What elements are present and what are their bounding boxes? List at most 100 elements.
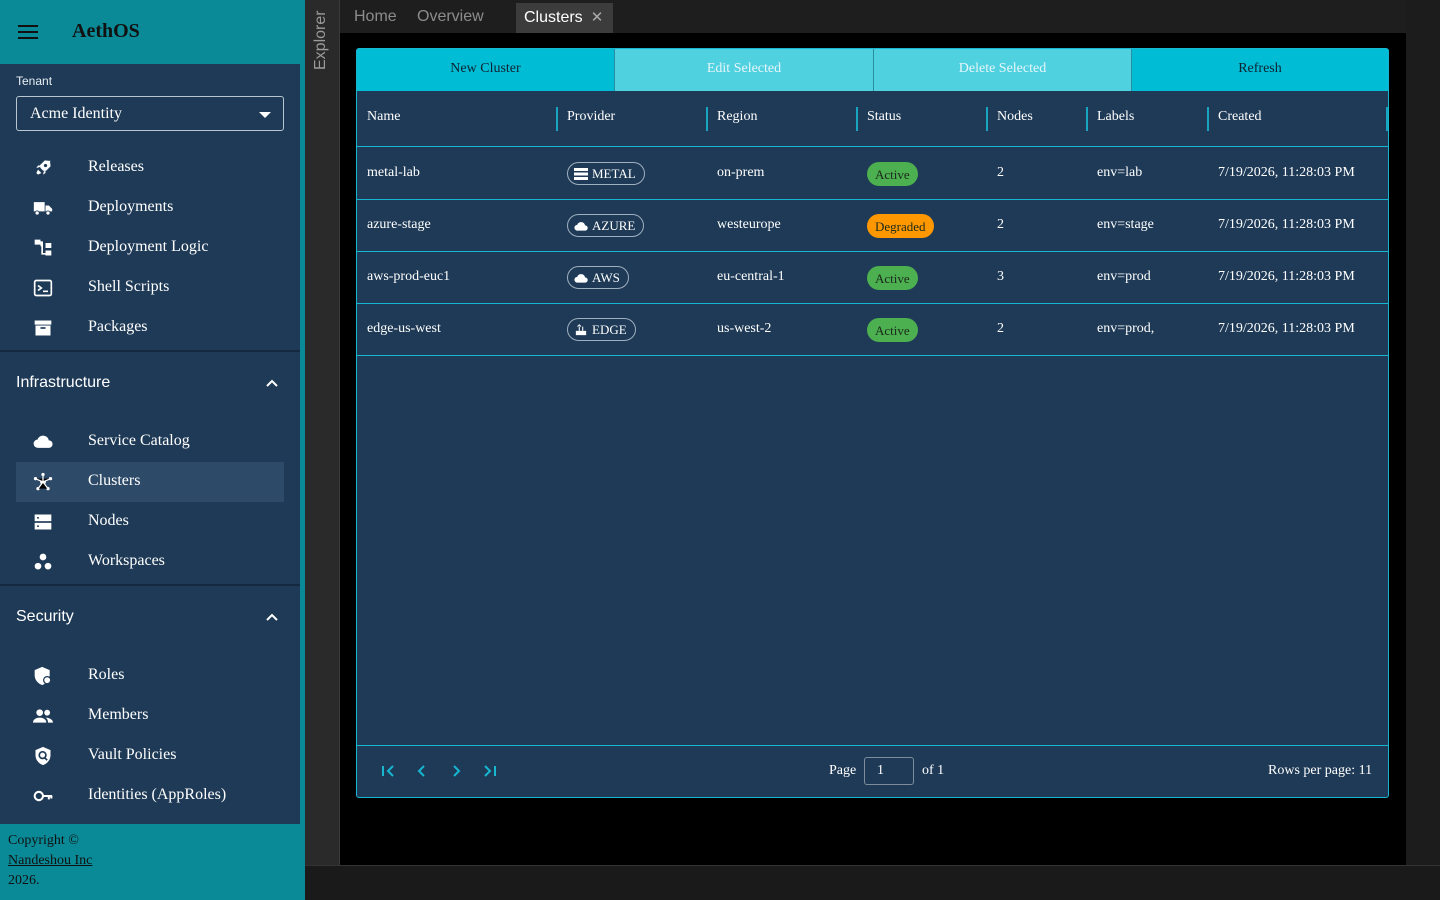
status-badge: Active bbox=[867, 318, 918, 342]
divider bbox=[0, 584, 300, 586]
next-page-icon[interactable] bbox=[447, 762, 465, 780]
tenant-label: Tenant bbox=[16, 74, 53, 88]
pagination: Page of 1 Rows per page: 11 bbox=[357, 745, 1388, 797]
right-strip bbox=[1406, 0, 1440, 865]
sidebar-item-deployments[interactable]: Deployments bbox=[16, 188, 284, 228]
router-icon bbox=[575, 324, 587, 336]
tenant-value: Acme Identity bbox=[30, 105, 122, 122]
cell-nodes: 3 bbox=[997, 269, 1004, 284]
cell-name: aws-prod-euc1 bbox=[367, 269, 451, 284]
cell-region: us-west-2 bbox=[717, 321, 772, 336]
last-page-icon[interactable] bbox=[481, 762, 499, 780]
cell-created: 7/19/2026, 11:28:03 PM bbox=[1218, 321, 1355, 336]
new-cluster-button[interactable]: New Cluster bbox=[357, 49, 614, 91]
edit-selected-button[interactable]: Edit Selected bbox=[615, 49, 873, 91]
table-header: Name Provider Region Status Nodes Labels… bbox=[357, 91, 1388, 147]
sidebar-item-label: Clusters bbox=[88, 472, 141, 489]
sidebar-item-label: Vault Policies bbox=[88, 746, 177, 763]
cell-nodes: 2 bbox=[997, 165, 1004, 180]
delete-selected-button[interactable]: Delete Selected bbox=[874, 49, 1131, 91]
sidebar-item-label: Packages bbox=[88, 318, 148, 335]
people-icon bbox=[33, 709, 53, 723]
provider-chip: METAL bbox=[567, 162, 645, 185]
cell-labels: env=prod bbox=[1097, 269, 1151, 284]
status-badge: Degraded bbox=[867, 214, 934, 238]
first-page-icon[interactable] bbox=[379, 762, 397, 780]
table-row[interactable]: metal-lab METAL on-prem Active 2 env=lab… bbox=[357, 148, 1388, 200]
cell-created: 7/19/2026, 11:28:03 PM bbox=[1218, 269, 1355, 284]
sidebar-item-releases[interactable]: Releases bbox=[16, 148, 284, 188]
list-icon bbox=[574, 168, 588, 180]
table-row[interactable]: azure-stage AZURE westeurope Degraded 2 … bbox=[357, 200, 1388, 252]
menu-icon[interactable] bbox=[18, 25, 38, 39]
sidebar-item-service-catalog[interactable]: Service Catalog bbox=[16, 422, 284, 462]
sidebar-item-members[interactable]: Members bbox=[16, 696, 284, 736]
app-title: AethOS bbox=[72, 20, 140, 42]
tenant-select[interactable]: Acme Identity bbox=[16, 96, 284, 131]
explorer-strip: Explorer bbox=[305, 0, 340, 865]
copyright-year: 2026. bbox=[8, 873, 40, 888]
truck-icon bbox=[33, 202, 53, 216]
column-header-provider[interactable]: Provider bbox=[567, 109, 615, 125]
table-row[interactable]: aws-prod-euc1 AWS eu-central-1 Active 3 … bbox=[357, 252, 1388, 304]
provider-label: METAL bbox=[592, 166, 636, 181]
sidebar-item-roles[interactable]: Roles bbox=[16, 656, 284, 696]
sidebar-item-shell-scripts[interactable]: Shell Scripts bbox=[16, 268, 284, 308]
rocket-icon bbox=[36, 160, 51, 175]
tab-overview[interactable]: Overview bbox=[417, 3, 484, 33]
column-resizer[interactable] bbox=[856, 107, 858, 131]
chevron-up-icon bbox=[266, 613, 278, 621]
column-resizer[interactable] bbox=[1086, 107, 1088, 131]
cloud-icon bbox=[574, 222, 588, 231]
sidebar-item-vault-policies[interactable]: Vault Policies bbox=[16, 736, 284, 776]
cell-labels: env=lab bbox=[1097, 165, 1143, 180]
key-icon bbox=[33, 790, 53, 802]
tab-clusters[interactable]: Clusters ✕ bbox=[516, 3, 614, 33]
column-header-labels[interactable]: Labels bbox=[1097, 109, 1134, 125]
sidebar-item-label: Roles bbox=[88, 666, 125, 683]
tab-home[interactable]: Home bbox=[354, 3, 397, 33]
section-security[interactable]: Security bbox=[0, 594, 300, 644]
sidebar-header: AethOS bbox=[0, 0, 300, 64]
refresh-button[interactable]: Refresh bbox=[1132, 49, 1388, 91]
toolbar: New Cluster Edit Selected Delete Selecte… bbox=[357, 49, 1388, 91]
section-infrastructure[interactable]: Infrastructure bbox=[0, 360, 300, 410]
column-header-status[interactable]: Status bbox=[867, 109, 901, 125]
workspaces-icon bbox=[34, 553, 52, 570]
provider-chip: AZURE bbox=[567, 214, 645, 237]
sidebar-item-packages[interactable]: Packages bbox=[16, 308, 284, 348]
close-icon[interactable]: ✕ bbox=[591, 8, 604, 26]
sidebar-item-deployment-logic[interactable]: Deployment Logic bbox=[16, 228, 284, 268]
table-row[interactable]: edge-us-west EDGE us-west-2 Active 2 env… bbox=[357, 304, 1388, 356]
sidebar-item-identities[interactable]: Identities (AppRoles) bbox=[16, 776, 284, 816]
cell-name: metal-lab bbox=[367, 165, 420, 180]
prev-page-icon[interactable] bbox=[413, 762, 431, 780]
cloud-icon bbox=[33, 435, 53, 448]
sidebar-item-label: Workspaces bbox=[88, 552, 165, 569]
sidebar-item-clusters[interactable]: Clusters bbox=[16, 462, 284, 502]
column-header-nodes[interactable]: Nodes bbox=[997, 109, 1033, 125]
column-resizer[interactable] bbox=[556, 107, 558, 131]
column-header-created[interactable]: Created bbox=[1218, 109, 1262, 125]
explorer-toggle[interactable]: Explorer bbox=[312, 10, 330, 70]
sidebar-item-nodes[interactable]: Nodes bbox=[16, 502, 284, 542]
column-resizer[interactable] bbox=[706, 107, 708, 131]
column-header-region[interactable]: Region bbox=[717, 109, 757, 125]
sidebar-item-label: Releases bbox=[88, 158, 144, 175]
sidebar-body: Tenant Acme Identity Releases Deployment… bbox=[0, 64, 300, 824]
chevron-up-icon bbox=[266, 379, 278, 387]
sidebar-item-label: Deployments bbox=[88, 198, 174, 215]
column-resizer[interactable] bbox=[986, 107, 988, 131]
sidebar-item-workspaces[interactable]: Workspaces bbox=[16, 542, 284, 582]
server-icon bbox=[34, 514, 52, 530]
copyright-text: Copyright © bbox=[8, 833, 79, 848]
sidebar-item-label: Service Catalog bbox=[88, 432, 190, 449]
rows-per-page[interactable]: Rows per page: 11 bbox=[1268, 763, 1372, 779]
column-resizer[interactable] bbox=[1207, 107, 1209, 131]
column-resizer[interactable] bbox=[1386, 107, 1388, 131]
page-input[interactable] bbox=[864, 757, 914, 785]
column-header-name[interactable]: Name bbox=[367, 109, 400, 125]
company-link[interactable]: Nandeshou Inc bbox=[8, 853, 92, 869]
policy-icon bbox=[35, 746, 51, 766]
section-title: Security bbox=[16, 608, 74, 625]
